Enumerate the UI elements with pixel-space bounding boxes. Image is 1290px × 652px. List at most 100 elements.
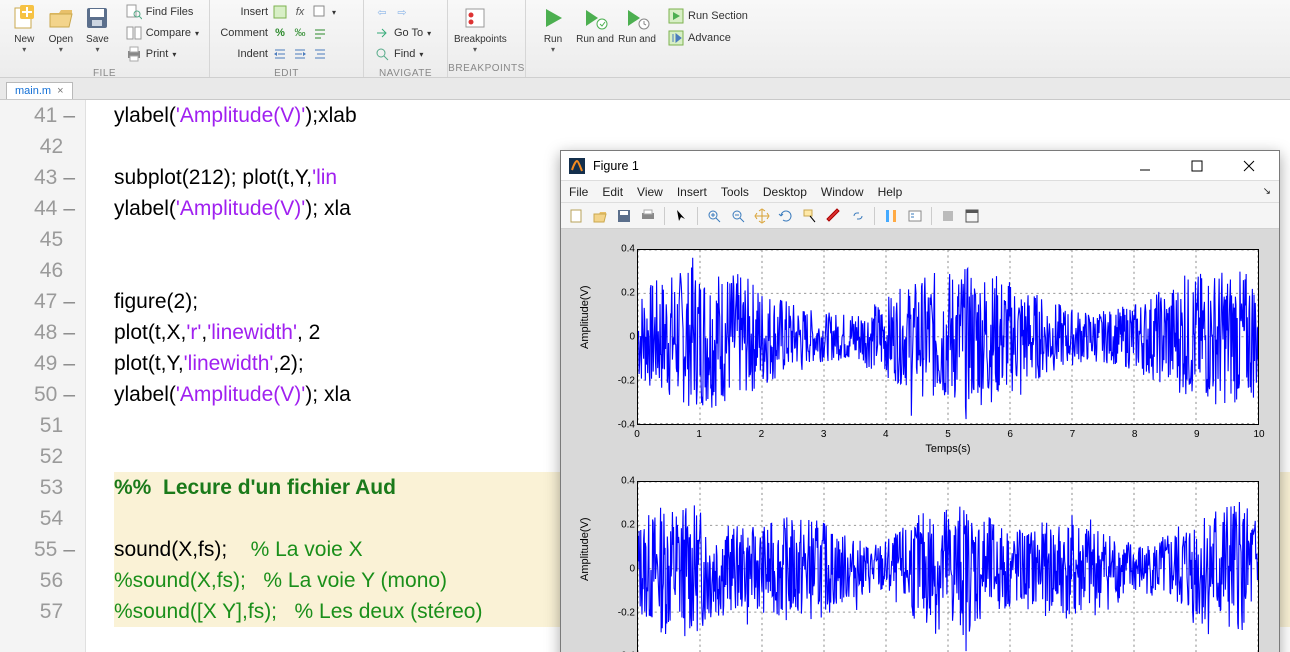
dropdown-icon: ▾: [172, 50, 176, 59]
group-title-file: FILE: [0, 66, 209, 82]
outdent-icon: [292, 46, 308, 62]
run-section-button[interactable]: Run Section: [664, 6, 752, 26]
toolstrip-group-breakpoints: Breakpoints ▾ BREAKPOINTS: [448, 0, 526, 77]
tb-print-icon[interactable]: [637, 205, 659, 227]
comment-button[interactable]: Comment % ‰: [216, 23, 332, 43]
advance-icon: [668, 30, 684, 46]
tb-rotate-icon[interactable]: [775, 205, 797, 227]
find-files-button[interactable]: Find Files: [122, 2, 203, 22]
dropdown-icon: ▾: [43, 45, 80, 54]
compare-icon: [126, 25, 142, 41]
goto-icon: [374, 25, 390, 41]
run-button[interactable]: Run ▾: [532, 2, 574, 54]
print-button[interactable]: Print ▾: [122, 44, 203, 64]
figure-window[interactable]: Figure 1 File Edit View Insert Tools Des…: [560, 150, 1280, 652]
figure-menubar: File Edit View Insert Tools Desktop Wind…: [561, 181, 1279, 203]
axes-1[interactable]: Amplitude(V)Temps(s)-0.4-0.200.20.401234…: [583, 243, 1265, 455]
minimize-button[interactable]: [1123, 152, 1167, 180]
run-and-advance-button[interactable]: Run and: [574, 2, 616, 45]
tb-link-icon[interactable]: [847, 205, 869, 227]
tab-close-icon[interactable]: ×: [57, 85, 63, 97]
dropdown-icon: ▾: [454, 45, 496, 54]
menu-file[interactable]: File: [569, 185, 588, 199]
axes-2[interactable]: Amplitude(V)Temps(s)-0.4-0.200.20.401234…: [583, 475, 1265, 652]
save-icon: [83, 4, 111, 32]
run-icon: [539, 4, 567, 32]
menu-tools[interactable]: Tools: [721, 185, 749, 199]
run-advance-icon: [581, 4, 609, 32]
tab-main[interactable]: main.m ×: [6, 82, 73, 99]
dropdown-icon: ▾: [427, 29, 431, 38]
tb-new-icon[interactable]: [565, 205, 587, 227]
run-time-icon: [623, 4, 651, 32]
comment-icon: %: [272, 25, 288, 41]
group-title-breakpoints: BREAKPOINTS: [448, 61, 525, 77]
new-file-icon: [10, 4, 38, 32]
toolstrip-group-edit: Insert fx ▾ Comment % ‰ Indent EDIT: [210, 0, 364, 77]
breakpoints-button[interactable]: Breakpoints ▾: [454, 2, 496, 54]
tb-save-icon[interactable]: [613, 205, 635, 227]
insert-button[interactable]: Insert fx ▾: [216, 2, 340, 22]
toolstrip-group-navigate: ⇦ ⇨ Go To ▾ Find ▾ NAVIGATE: [364, 0, 448, 77]
tb-zoomin-icon[interactable]: [703, 205, 725, 227]
indent-button[interactable]: Indent: [216, 44, 332, 64]
toolstrip: New ▾ Open ▾ Save ▾ Find Files: [0, 0, 1290, 78]
tab-label: main.m: [15, 85, 51, 97]
menu-insert[interactable]: Insert: [677, 185, 707, 199]
menu-help[interactable]: Help: [878, 185, 903, 199]
figure-toolbar: [561, 203, 1279, 229]
code-editor[interactable]: 41–42 43–44–45 46 47–48–49–50–51 52 53 5…: [0, 100, 1290, 652]
insert-section-icon: [272, 4, 288, 20]
menu-view[interactable]: View: [637, 185, 663, 199]
nav-arrows[interactable]: ⇦ ⇨: [370, 2, 414, 22]
forward-icon: ⇨: [394, 4, 410, 20]
advance-button[interactable]: Advance: [664, 28, 752, 48]
tb-hide-icon[interactable]: [937, 205, 959, 227]
goto-button[interactable]: Go To ▾: [370, 23, 435, 43]
new-button[interactable]: New ▾: [6, 2, 43, 54]
indent-icon: [272, 46, 288, 62]
tb-brush-icon[interactable]: [823, 205, 845, 227]
group-title-edit: EDIT: [210, 66, 363, 82]
group-title-navigate: NAVIGATE: [364, 66, 447, 82]
run-and-time-button[interactable]: Run and: [616, 2, 658, 45]
dropdown-icon: ▾: [419, 50, 423, 59]
open-button[interactable]: Open ▾: [43, 2, 80, 54]
dropdown-icon: ▾: [532, 45, 574, 54]
dropdown-icon: ▾: [79, 45, 116, 54]
line-gutter: 41–42 43–44–45 46 47–48–49–50–51 52 53 5…: [0, 100, 86, 652]
dropdown-icon: ▾: [6, 45, 43, 54]
wrap-comment-icon: [312, 25, 328, 41]
tb-dock-icon[interactable]: [961, 205, 983, 227]
figure-title-text: Figure 1: [593, 159, 639, 173]
tb-zoomout-icon[interactable]: [727, 205, 749, 227]
compare-button[interactable]: Compare ▾: [122, 23, 203, 43]
tb-pan-icon[interactable]: [751, 205, 773, 227]
maximize-button[interactable]: [1175, 152, 1219, 180]
tb-colorbar-icon[interactable]: [880, 205, 902, 227]
find-files-icon: [126, 4, 142, 20]
figure-canvas: Amplitude(V)Temps(s)-0.4-0.200.20.401234…: [561, 229, 1279, 652]
toolstrip-group-run: Run ▾ Run and Run and Run Section Advanc…: [526, 0, 1290, 77]
group-title-run: [526, 61, 1290, 77]
menu-edit[interactable]: Edit: [602, 185, 623, 199]
tb-legend-icon[interactable]: [904, 205, 926, 227]
tb-open-icon[interactable]: [589, 205, 611, 227]
figure-titlebar[interactable]: Figure 1: [561, 151, 1279, 181]
back-icon: ⇦: [374, 4, 390, 20]
tb-datacursor-icon[interactable]: [799, 205, 821, 227]
close-button[interactable]: [1227, 152, 1271, 180]
menu-desktop[interactable]: Desktop: [763, 185, 807, 199]
menu-chevron-icon[interactable]: ↘: [1263, 186, 1271, 197]
find-button[interactable]: Find ▾: [370, 44, 427, 64]
dropdown-icon: ▾: [195, 29, 199, 38]
tb-pointer-icon[interactable]: [670, 205, 692, 227]
save-button[interactable]: Save ▾: [79, 2, 116, 54]
open-folder-icon: [47, 4, 75, 32]
insert-more-icon: [312, 4, 328, 20]
print-icon: [126, 46, 142, 62]
uncomment-icon: ‰: [292, 25, 308, 41]
smart-indent-icon: [312, 46, 328, 62]
dropdown-icon: ▾: [332, 8, 336, 17]
menu-window[interactable]: Window: [821, 185, 864, 199]
